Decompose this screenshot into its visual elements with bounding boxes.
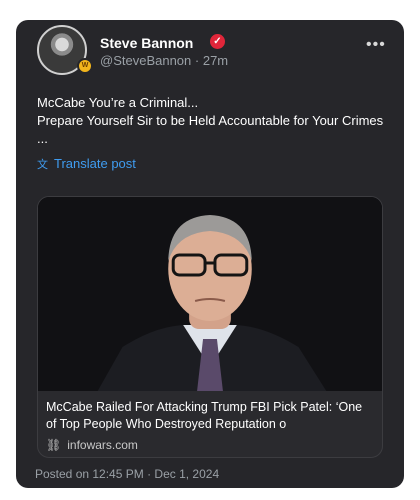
post-card: W Steve Bannon ✓ @SteveBannon · 27m ••• … [16, 20, 404, 488]
handle-separator: · [194, 53, 203, 68]
translate-label: Translate post [54, 156, 136, 171]
link-preview-title[interactable]: McCabe Railed For Attacking Trump FBI Pi… [46, 399, 376, 433]
posted-timestamp: Posted on 12:45 PM · Dec 1, 2024 [35, 467, 220, 481]
link-title-line: McCabe Railed For Attacking Trump FBI Pi… [46, 400, 363, 414]
translate-icon: 文 [37, 159, 48, 171]
author-handle-line: @SteveBannon · 27m [100, 53, 228, 68]
author-name[interactable]: Steve Bannon [100, 35, 193, 51]
more-options-icon[interactable]: ••• [366, 36, 386, 54]
post-text-line: McCabe You’re a Criminal... [37, 95, 199, 110]
link-preview-image[interactable] [38, 197, 382, 391]
post-text-line: ... [37, 131, 48, 146]
avatar-badge-icon: W [77, 58, 93, 74]
link-icon: ⛓ [46, 438, 62, 452]
translate-post-link[interactable]: 文 Translate post [37, 156, 136, 172]
link-title-line: of Top People Who Destroyed Reputation o [46, 417, 287, 431]
link-preview-domain[interactable]: ⛓ infowars.com [46, 438, 138, 452]
post-time: 27m [202, 53, 229, 68]
author-handle[interactable]: @SteveBannon [100, 53, 191, 68]
verified-badge-icon: ✓ [210, 34, 225, 49]
portrait-image [38, 197, 382, 391]
post-text: McCabe You’re a Criminal... Prepare Your… [37, 94, 387, 148]
post-text-line: Prepare Yourself Sir to be Held Accounta… [37, 113, 384, 128]
link-preview-card[interactable]: McCabe Railed For Attacking Trump FBI Pi… [37, 196, 383, 458]
link-domain-text: infowars.com [67, 438, 138, 452]
post-header: W Steve Bannon ✓ @SteveBannon · 27m ••• [16, 20, 404, 90]
